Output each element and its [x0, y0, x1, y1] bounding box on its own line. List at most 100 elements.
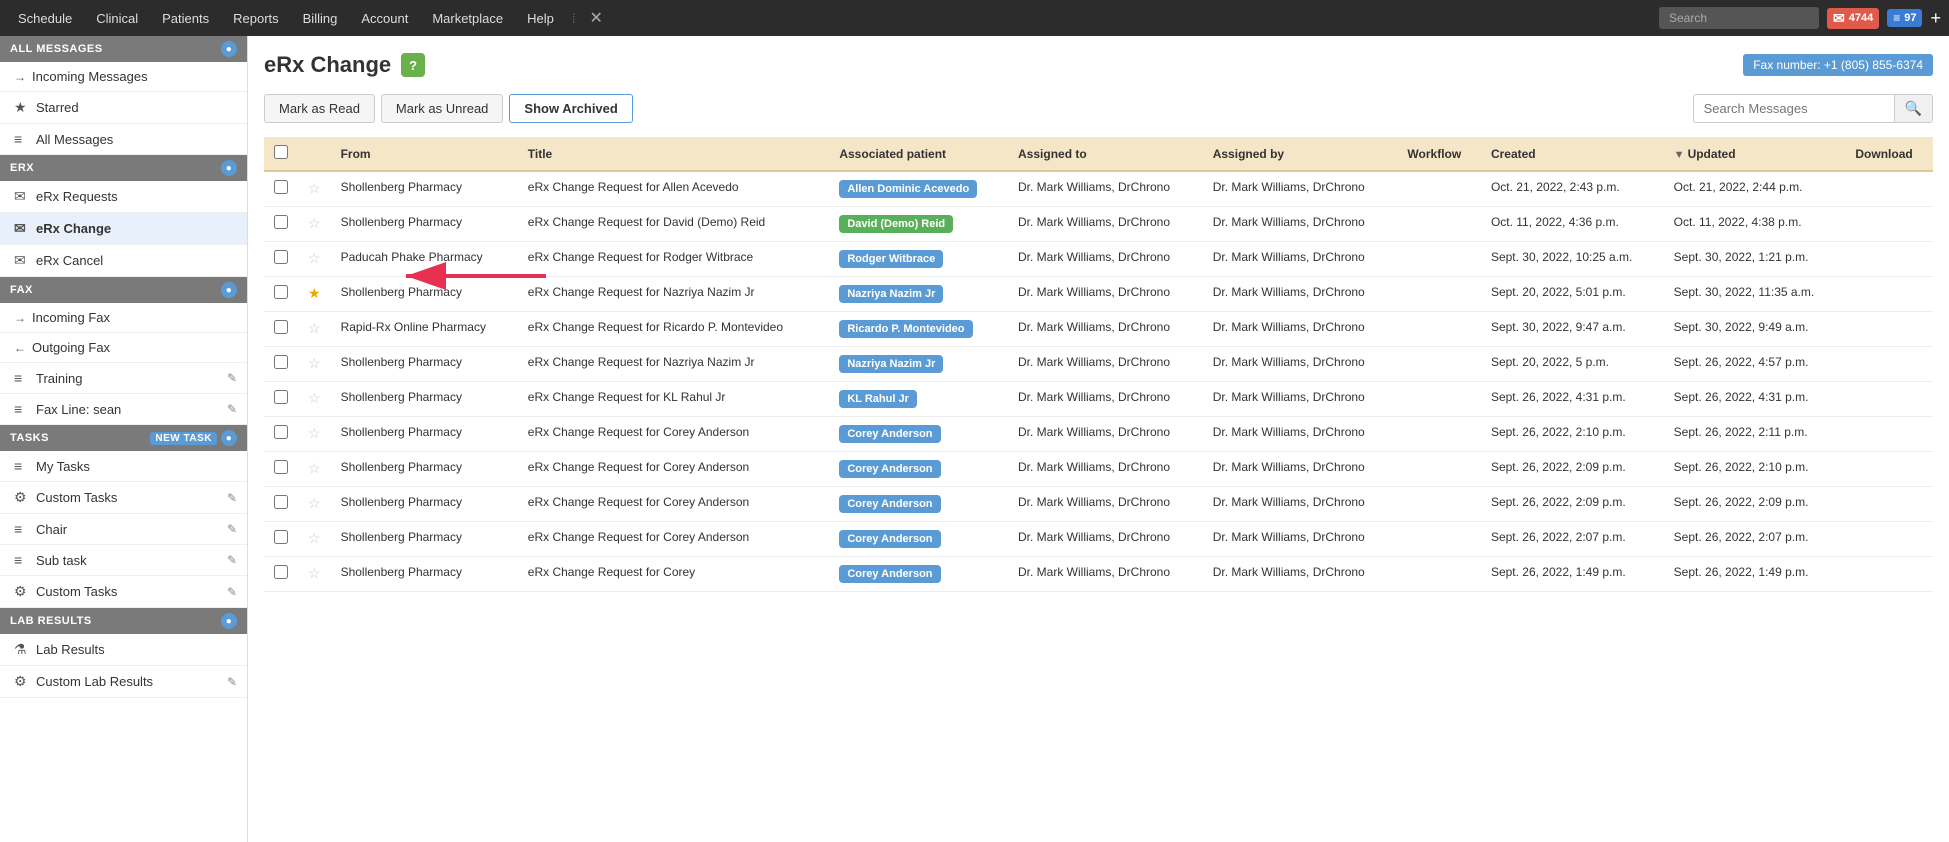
sub-task-edit-icon[interactable]: ✎: [227, 553, 237, 567]
row-checkbox-cell[interactable]: [264, 171, 298, 207]
row-checkbox-cell[interactable]: [264, 347, 298, 382]
star-9[interactable]: ☆: [308, 495, 321, 511]
row-star-cell[interactable]: ☆: [298, 207, 331, 242]
star-3[interactable]: ★: [308, 285, 321, 301]
row-download-5[interactable]: [1845, 347, 1933, 382]
sidebar-item-my-tasks[interactable]: ≡ My Tasks: [0, 451, 247, 482]
sidebar-item-erx-cancel[interactable]: ✉ eRx Cancel: [0, 245, 247, 277]
associated-patient-header[interactable]: Associated patient: [829, 137, 1008, 171]
row-download-2[interactable]: [1845, 242, 1933, 277]
row-star-cell[interactable]: ★: [298, 277, 331, 312]
star-4[interactable]: ☆: [308, 320, 321, 336]
star-0[interactable]: ☆: [308, 180, 321, 196]
fax-line-edit-icon[interactable]: ✎: [227, 402, 237, 416]
sidebar-item-chair[interactable]: ≡ Chair ✎: [0, 514, 247, 545]
star-7[interactable]: ☆: [308, 425, 321, 441]
row-star-cell[interactable]: ☆: [298, 417, 331, 452]
nav-billing[interactable]: Billing: [293, 7, 348, 30]
row-star-cell[interactable]: ☆: [298, 382, 331, 417]
select-all-checkbox[interactable]: [274, 145, 288, 159]
row-patient-1[interactable]: David (Demo) Reid: [829, 207, 1008, 242]
row-checkbox-1[interactable]: [274, 215, 288, 229]
updated-header[interactable]: ▼Updated: [1664, 137, 1846, 171]
sidebar-item-fax-line-sean[interactable]: ≡ Fax Line: sean ✎: [0, 394, 247, 425]
row-checkbox-4[interactable]: [274, 320, 288, 334]
row-download-10[interactable]: [1845, 522, 1933, 557]
help-button[interactable]: ?: [401, 53, 425, 77]
sidebar-item-custom-tasks-1[interactable]: ⚙ Custom Tasks ✎: [0, 482, 247, 514]
nav-close[interactable]: ✕: [584, 8, 609, 28]
download-header[interactable]: Download: [1845, 137, 1933, 171]
row-checkbox-2[interactable]: [274, 250, 288, 264]
title-header[interactable]: Title: [518, 137, 830, 171]
row-star-cell[interactable]: ☆: [298, 312, 331, 347]
row-star-cell[interactable]: ☆: [298, 242, 331, 277]
chair-edit-icon[interactable]: ✎: [227, 522, 237, 536]
training-edit-icon[interactable]: ✎: [227, 371, 237, 385]
row-checkbox-11[interactable]: [274, 565, 288, 579]
star-2[interactable]: ☆: [308, 250, 321, 266]
custom-tasks-2-edit-icon[interactable]: ✎: [227, 585, 237, 599]
row-download-9[interactable]: [1845, 487, 1933, 522]
row-star-cell[interactable]: ☆: [298, 522, 331, 557]
sidebar-item-erx-change[interactable]: ✉ eRx Change: [0, 213, 247, 245]
created-header[interactable]: Created: [1481, 137, 1664, 171]
row-patient-11[interactable]: Corey Anderson: [829, 557, 1008, 592]
star-5[interactable]: ☆: [308, 355, 321, 371]
row-checkbox-9[interactable]: [274, 495, 288, 509]
sidebar-item-custom-tasks-2[interactable]: ⚙ Custom Tasks ✎: [0, 576, 247, 608]
row-star-cell[interactable]: ☆: [298, 347, 331, 382]
row-checkbox-cell[interactable]: [264, 557, 298, 592]
sidebar-item-training[interactable]: ≡ Training ✎: [0, 363, 247, 394]
global-search-input[interactable]: [1659, 7, 1819, 29]
row-checkbox-cell[interactable]: [264, 522, 298, 557]
nav-schedule[interactable]: Schedule: [8, 7, 82, 30]
row-checkbox-cell[interactable]: [264, 312, 298, 347]
row-checkbox-5[interactable]: [274, 355, 288, 369]
star-1[interactable]: ☆: [308, 215, 321, 231]
row-download-0[interactable]: [1845, 171, 1933, 207]
star-8[interactable]: ☆: [308, 460, 321, 476]
row-checkbox-cell[interactable]: [264, 242, 298, 277]
row-checkbox-cell[interactable]: [264, 417, 298, 452]
row-checkbox-cell[interactable]: [264, 207, 298, 242]
row-checkbox-cell[interactable]: [264, 277, 298, 312]
nav-account[interactable]: Account: [351, 7, 418, 30]
row-download-7[interactable]: [1845, 417, 1933, 452]
row-patient-0[interactable]: Allen Dominic Acevedo: [829, 171, 1008, 207]
row-download-4[interactable]: [1845, 312, 1933, 347]
custom-lab-edit-icon[interactable]: ✎: [227, 675, 237, 689]
workflow-header[interactable]: Workflow: [1397, 137, 1481, 171]
row-star-cell[interactable]: ☆: [298, 171, 331, 207]
nav-help[interactable]: Help: [517, 7, 564, 30]
row-star-cell[interactable]: ☆: [298, 452, 331, 487]
add-button[interactable]: +: [1930, 8, 1941, 29]
sidebar-item-starred[interactable]: ★ Starred: [0, 92, 247, 124]
row-download-11[interactable]: [1845, 557, 1933, 592]
mark-as-read-button[interactable]: Mark as Read: [264, 94, 375, 123]
assigned-to-header[interactable]: Assigned to: [1008, 137, 1203, 171]
row-patient-4[interactable]: Ricardo P. Montevideo: [829, 312, 1008, 347]
mark-as-unread-button[interactable]: Mark as Unread: [381, 94, 503, 123]
star-10[interactable]: ☆: [308, 530, 321, 546]
nav-patients[interactable]: Patients: [152, 7, 219, 30]
row-checkbox-6[interactable]: [274, 390, 288, 404]
row-star-cell[interactable]: ☆: [298, 557, 331, 592]
message-count-badge[interactable]: ✉ 4744: [1827, 8, 1879, 29]
row-checkbox-cell[interactable]: [264, 452, 298, 487]
row-checkbox-7[interactable]: [274, 425, 288, 439]
row-download-8[interactable]: [1845, 452, 1933, 487]
select-all-header[interactable]: [264, 137, 298, 171]
nav-reports[interactable]: Reports: [223, 7, 289, 30]
sidebar-item-all-messages[interactable]: ≡ All Messages: [0, 124, 247, 155]
row-patient-8[interactable]: Corey Anderson: [829, 452, 1008, 487]
custom-tasks-1-edit-icon[interactable]: ✎: [227, 491, 237, 505]
search-messages-input[interactable]: [1694, 96, 1894, 121]
row-download-1[interactable]: [1845, 207, 1933, 242]
sidebar-item-outgoing-fax[interactable]: ← Outgoing Fax: [0, 333, 247, 363]
sidebar-item-erx-requests[interactable]: ✉ eRx Requests: [0, 181, 247, 213]
sidebar-item-incoming-messages[interactable]: → Incoming Messages: [0, 62, 247, 92]
row-checkbox-cell[interactable]: [264, 487, 298, 522]
row-download-6[interactable]: [1845, 382, 1933, 417]
row-checkbox-8[interactable]: [274, 460, 288, 474]
